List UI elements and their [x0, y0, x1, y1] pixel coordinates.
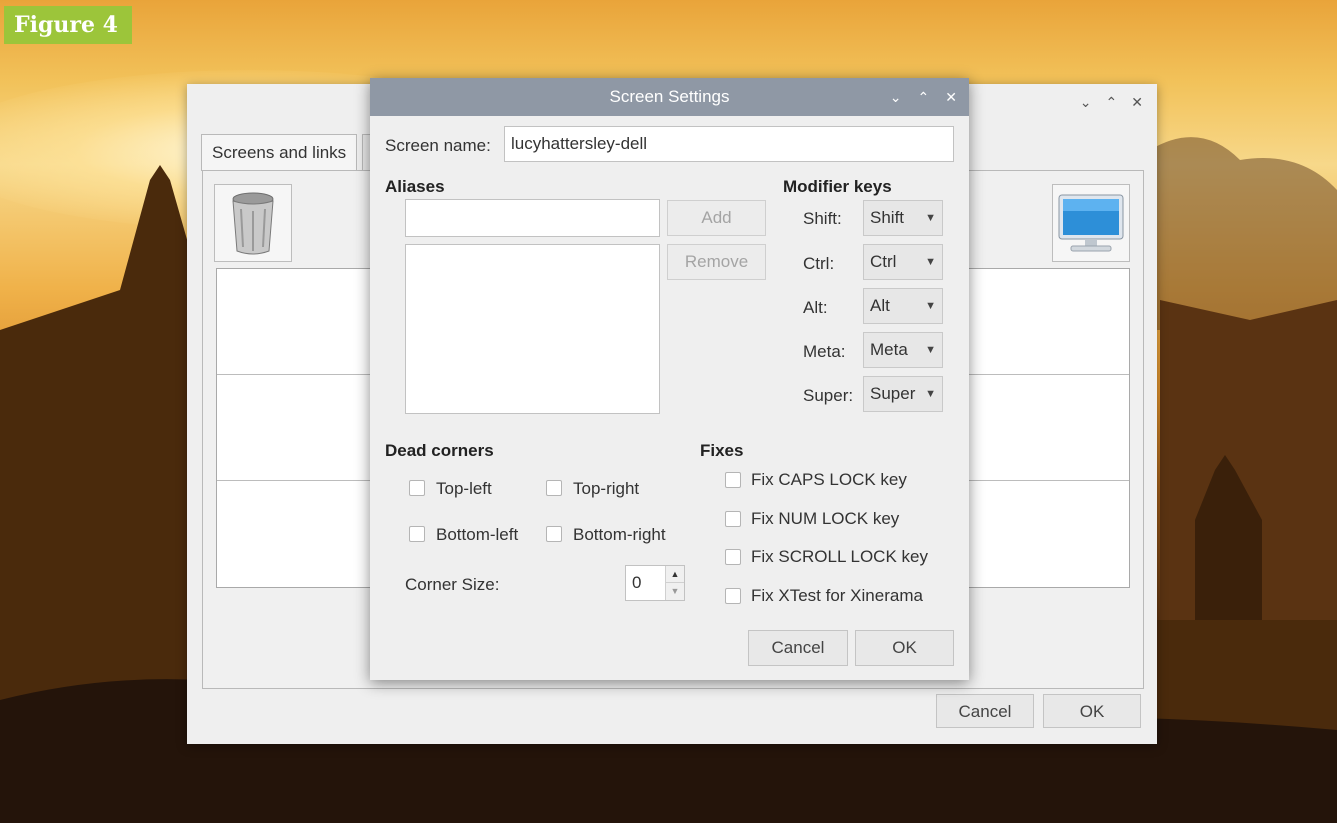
fixes-heading: Fixes	[700, 441, 744, 460]
trash-drop-area[interactable]	[214, 184, 292, 262]
corner-size-label: Corner Size:	[405, 575, 500, 594]
bottom-left-checkbox[interactable]	[409, 526, 425, 542]
minimize-icon[interactable]: ⌄	[890, 78, 902, 116]
fix-xtest-checkbox[interactable]	[725, 588, 741, 604]
chevron-down-icon: ▼	[925, 300, 936, 312]
modifier-alt-label: Alt:	[803, 298, 828, 317]
modifier-super-label: Super:	[803, 386, 854, 405]
remove-alias-button[interactable]: Remove	[667, 244, 766, 280]
bottom-left-label: Bottom-left	[436, 525, 519, 544]
modifier-meta-label: Meta:	[803, 342, 846, 361]
spin-buttons: ▲ ▼	[665, 566, 684, 600]
fix-num-lock-checkbox[interactable]	[725, 511, 741, 527]
modifier-keys-heading: Modifier keys	[783, 177, 892, 196]
modifier-meta-value: Meta	[870, 340, 908, 359]
modifier-shift-label: Shift:	[803, 209, 842, 228]
bottom-right-label: Bottom-right	[573, 525, 666, 544]
maximize-icon[interactable]: ⌃	[1106, 94, 1118, 111]
monitor-icon	[1058, 194, 1124, 252]
dialog-cancel-button[interactable]: Cancel	[748, 630, 848, 666]
add-alias-button[interactable]: Add	[667, 200, 766, 236]
fix-scroll-lock-label: Fix SCROLL LOCK key	[751, 547, 928, 566]
dialog-titlebar[interactable]: Screen Settings ⌄ ⌃ ✕	[370, 78, 969, 116]
chevron-down-icon: ▼	[925, 344, 936, 356]
aliases-heading: Aliases	[385, 177, 445, 196]
figure-label: Figure 4	[4, 6, 132, 44]
modifier-ctrl-select[interactable]: Ctrl ▼	[863, 244, 943, 280]
spin-down-icon[interactable]: ▼	[666, 583, 684, 600]
dead-corners-heading: Dead corners	[385, 441, 494, 460]
chevron-down-icon: ▼	[925, 388, 936, 400]
main-window-controls: ⌄ ⌃ ✕	[1080, 94, 1143, 111]
screen-name-label: Screen name:	[385, 136, 491, 155]
modifier-super-value: Super	[870, 384, 916, 403]
top-left-checkbox[interactable]	[409, 480, 425, 496]
main-ok-button[interactable]: OK	[1043, 694, 1141, 728]
main-cancel-button[interactable]: Cancel	[936, 694, 1034, 728]
top-left-label: Top-left	[436, 479, 492, 498]
modifier-shift-select[interactable]: Shift ▼	[863, 200, 943, 236]
corner-size-value: 0	[632, 573, 642, 592]
fix-caps-lock-label: Fix CAPS LOCK key	[751, 470, 907, 489]
dialog-title: Screen Settings	[609, 87, 730, 106]
screen-computer-tile[interactable]	[1052, 184, 1130, 262]
fix-num-lock-label: Fix NUM LOCK key	[751, 509, 900, 528]
close-icon[interactable]: ✕	[1131, 94, 1143, 111]
screen-settings-dialog: Screen Settings ⌄ ⌃ ✕ Screen name: lucyh…	[370, 78, 969, 680]
top-right-checkbox[interactable]	[546, 480, 562, 496]
top-right-label: Top-right	[573, 479, 640, 498]
fix-xtest-label: Fix XTest for Xinerama	[751, 586, 923, 605]
minimize-icon[interactable]: ⌄	[1080, 94, 1092, 111]
modifier-alt-select[interactable]: Alt ▼	[863, 288, 943, 324]
fix-caps-lock-checkbox[interactable]	[725, 472, 741, 488]
maximize-icon[interactable]: ⌃	[918, 78, 930, 116]
modifier-meta-select[interactable]: Meta ▼	[863, 332, 943, 368]
corner-size-spinbox[interactable]: 0 ▲ ▼	[625, 565, 685, 601]
modifier-shift-value: Shift	[870, 208, 905, 227]
dialog-window-controls: ⌄ ⌃ ✕	[890, 78, 957, 116]
modifier-alt-value: Alt	[870, 296, 890, 315]
modifier-ctrl-label: Ctrl:	[803, 254, 835, 273]
close-icon[interactable]: ✕	[945, 78, 957, 116]
chevron-down-icon: ▼	[925, 256, 936, 268]
modifier-ctrl-value: Ctrl	[870, 252, 897, 271]
spin-up-icon[interactable]: ▲	[666, 566, 684, 583]
dialog-ok-button[interactable]: OK	[855, 630, 954, 666]
alias-input[interactable]	[405, 199, 660, 237]
trash-icon	[232, 192, 274, 255]
tab-screens-and-links[interactable]: Screens and links	[201, 134, 358, 171]
fix-scroll-lock-checkbox[interactable]	[725, 549, 741, 565]
aliases-list[interactable]	[405, 244, 660, 414]
modifier-super-select[interactable]: Super ▼	[863, 376, 943, 412]
screen-name-input[interactable]: lucyhattersley-dell	[504, 126, 954, 162]
bottom-right-checkbox[interactable]	[546, 526, 562, 542]
chevron-down-icon: ▼	[925, 212, 936, 224]
